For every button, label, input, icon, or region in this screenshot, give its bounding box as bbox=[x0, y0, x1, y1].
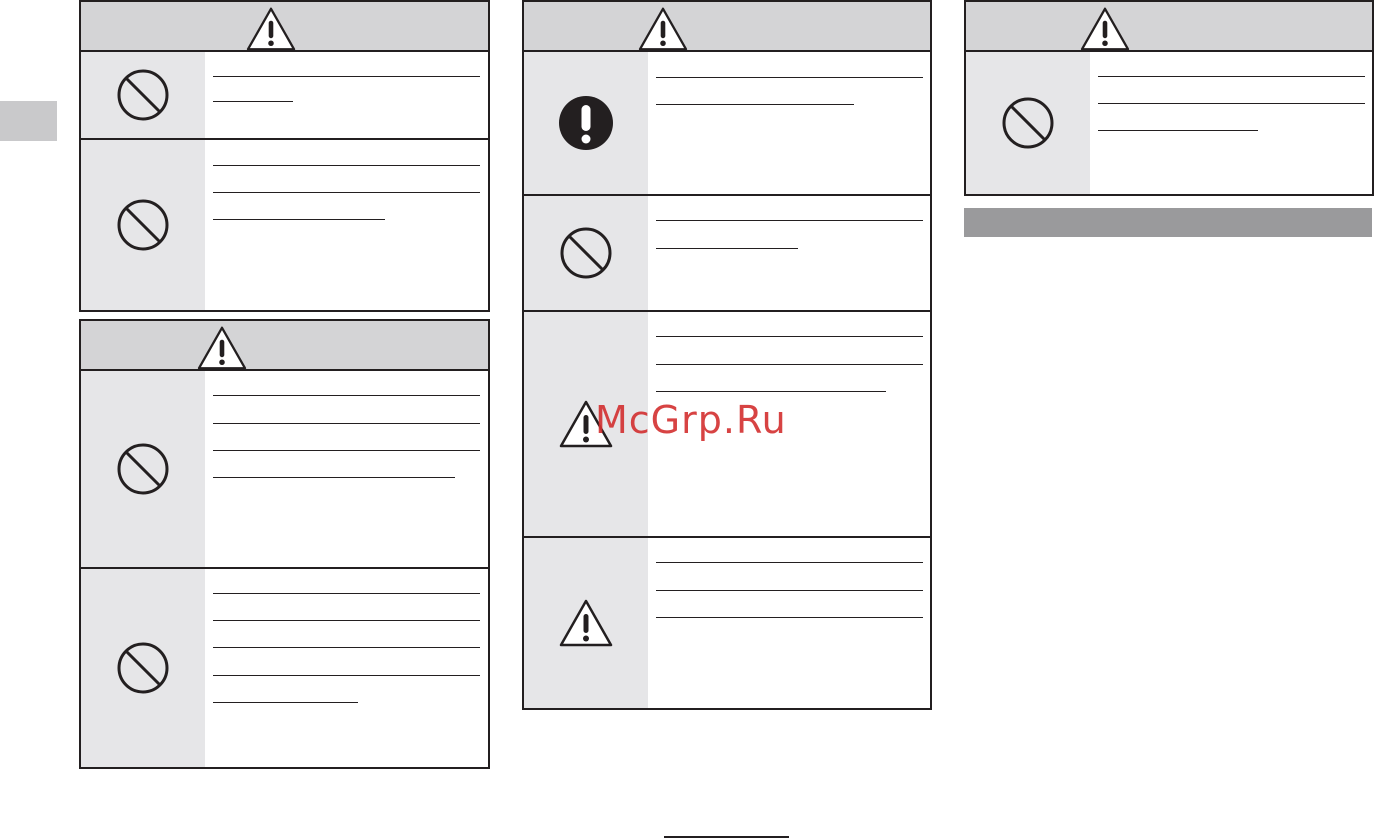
caution-row bbox=[81, 371, 488, 569]
warning-triangle-icon bbox=[558, 598, 614, 648]
section-band bbox=[964, 208, 1372, 237]
prohibition-icon bbox=[1000, 95, 1056, 151]
prohibition-icon bbox=[115, 441, 171, 497]
warning-triangle-icon bbox=[196, 325, 248, 371]
warning-triangle-icon bbox=[637, 6, 689, 52]
warning-box bbox=[964, 0, 1374, 196]
warning-box bbox=[522, 0, 932, 710]
warning-row bbox=[524, 52, 930, 196]
prohibition-icon bbox=[115, 67, 171, 123]
caution-box bbox=[79, 319, 490, 769]
warning-triangle-icon bbox=[245, 6, 297, 52]
warning-box bbox=[79, 0, 490, 312]
warning-triangle-icon bbox=[1079, 6, 1131, 52]
warning-header bbox=[966, 2, 1372, 52]
warning-row bbox=[524, 196, 930, 312]
warning-row bbox=[524, 538, 930, 708]
prohibition-icon bbox=[558, 225, 614, 281]
warning-row bbox=[81, 52, 488, 140]
warning-row bbox=[81, 140, 488, 310]
warning-row bbox=[966, 52, 1372, 194]
warning-header bbox=[81, 2, 488, 52]
watermark-text: McGrp.Ru bbox=[595, 398, 787, 442]
prohibition-icon bbox=[115, 197, 171, 253]
caution-row bbox=[81, 569, 488, 767]
chapter-tab bbox=[0, 101, 57, 141]
warning-header bbox=[524, 2, 930, 52]
page-number-rule bbox=[664, 836, 789, 838]
mandatory-exclamation-icon bbox=[558, 95, 614, 151]
caution-header bbox=[81, 321, 488, 371]
prohibition-icon bbox=[115, 640, 171, 696]
